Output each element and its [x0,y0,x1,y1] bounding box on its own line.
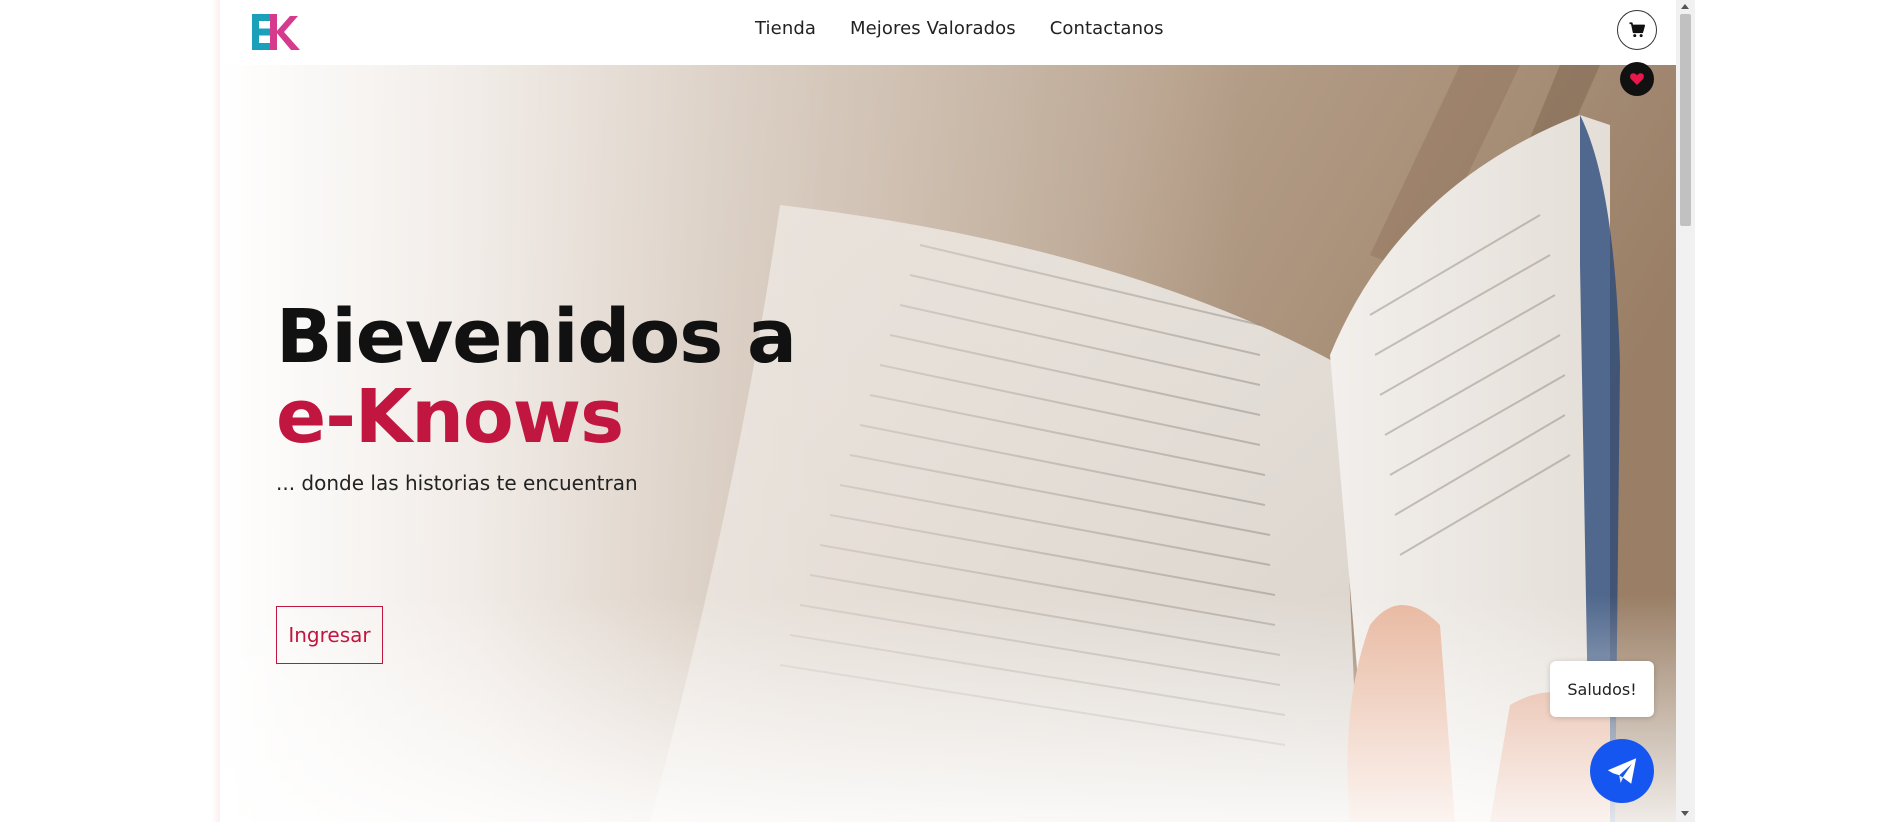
hero-text: Bievenidos a e-Knows ... donde las histo… [276,294,797,495]
chat-greeting-bubble: Saludos! [1550,661,1654,717]
scroll-up-arrow-icon[interactable] [1681,4,1689,9]
scroll-thumb[interactable] [1680,14,1691,226]
nav-link-contactanos[interactable]: Contactanos [1050,18,1164,39]
nav-link-mejores-valorados[interactable]: Mejores Valorados [850,18,1016,39]
hero-title-line1: Bievenidos a [276,294,797,380]
cart-button[interactable] [1617,10,1657,50]
hero-title-brand: e-Knows [276,374,624,460]
shopping-cart-icon [1629,22,1646,38]
hero-section: Bievenidos a e-Knows ... donde las histo… [220,65,1676,822]
nav-links: Tienda Mejores Valorados Contactanos [755,18,1164,39]
scroll-down-arrow-icon[interactable] [1681,811,1689,816]
ek-logo-icon [252,14,300,50]
favorites-button[interactable] [1620,62,1654,96]
nav-link-tienda[interactable]: Tienda [755,18,816,39]
page: Bievenidos a e-Knows ... donde las histo… [220,0,1676,822]
page-scrollbar[interactable] [1676,0,1695,822]
paper-plane-icon [1607,758,1637,784]
brand-logo[interactable] [252,14,304,50]
top-navbar: Tienda Mejores Valorados Contactanos [220,0,1676,65]
hero-tagline: ... donde las historias te encuentran [276,471,638,495]
chat-button[interactable] [1590,739,1654,803]
page-edge-shadow [212,0,220,822]
heart-icon [1630,73,1644,85]
ingresar-button[interactable]: Ingresar [276,606,383,664]
